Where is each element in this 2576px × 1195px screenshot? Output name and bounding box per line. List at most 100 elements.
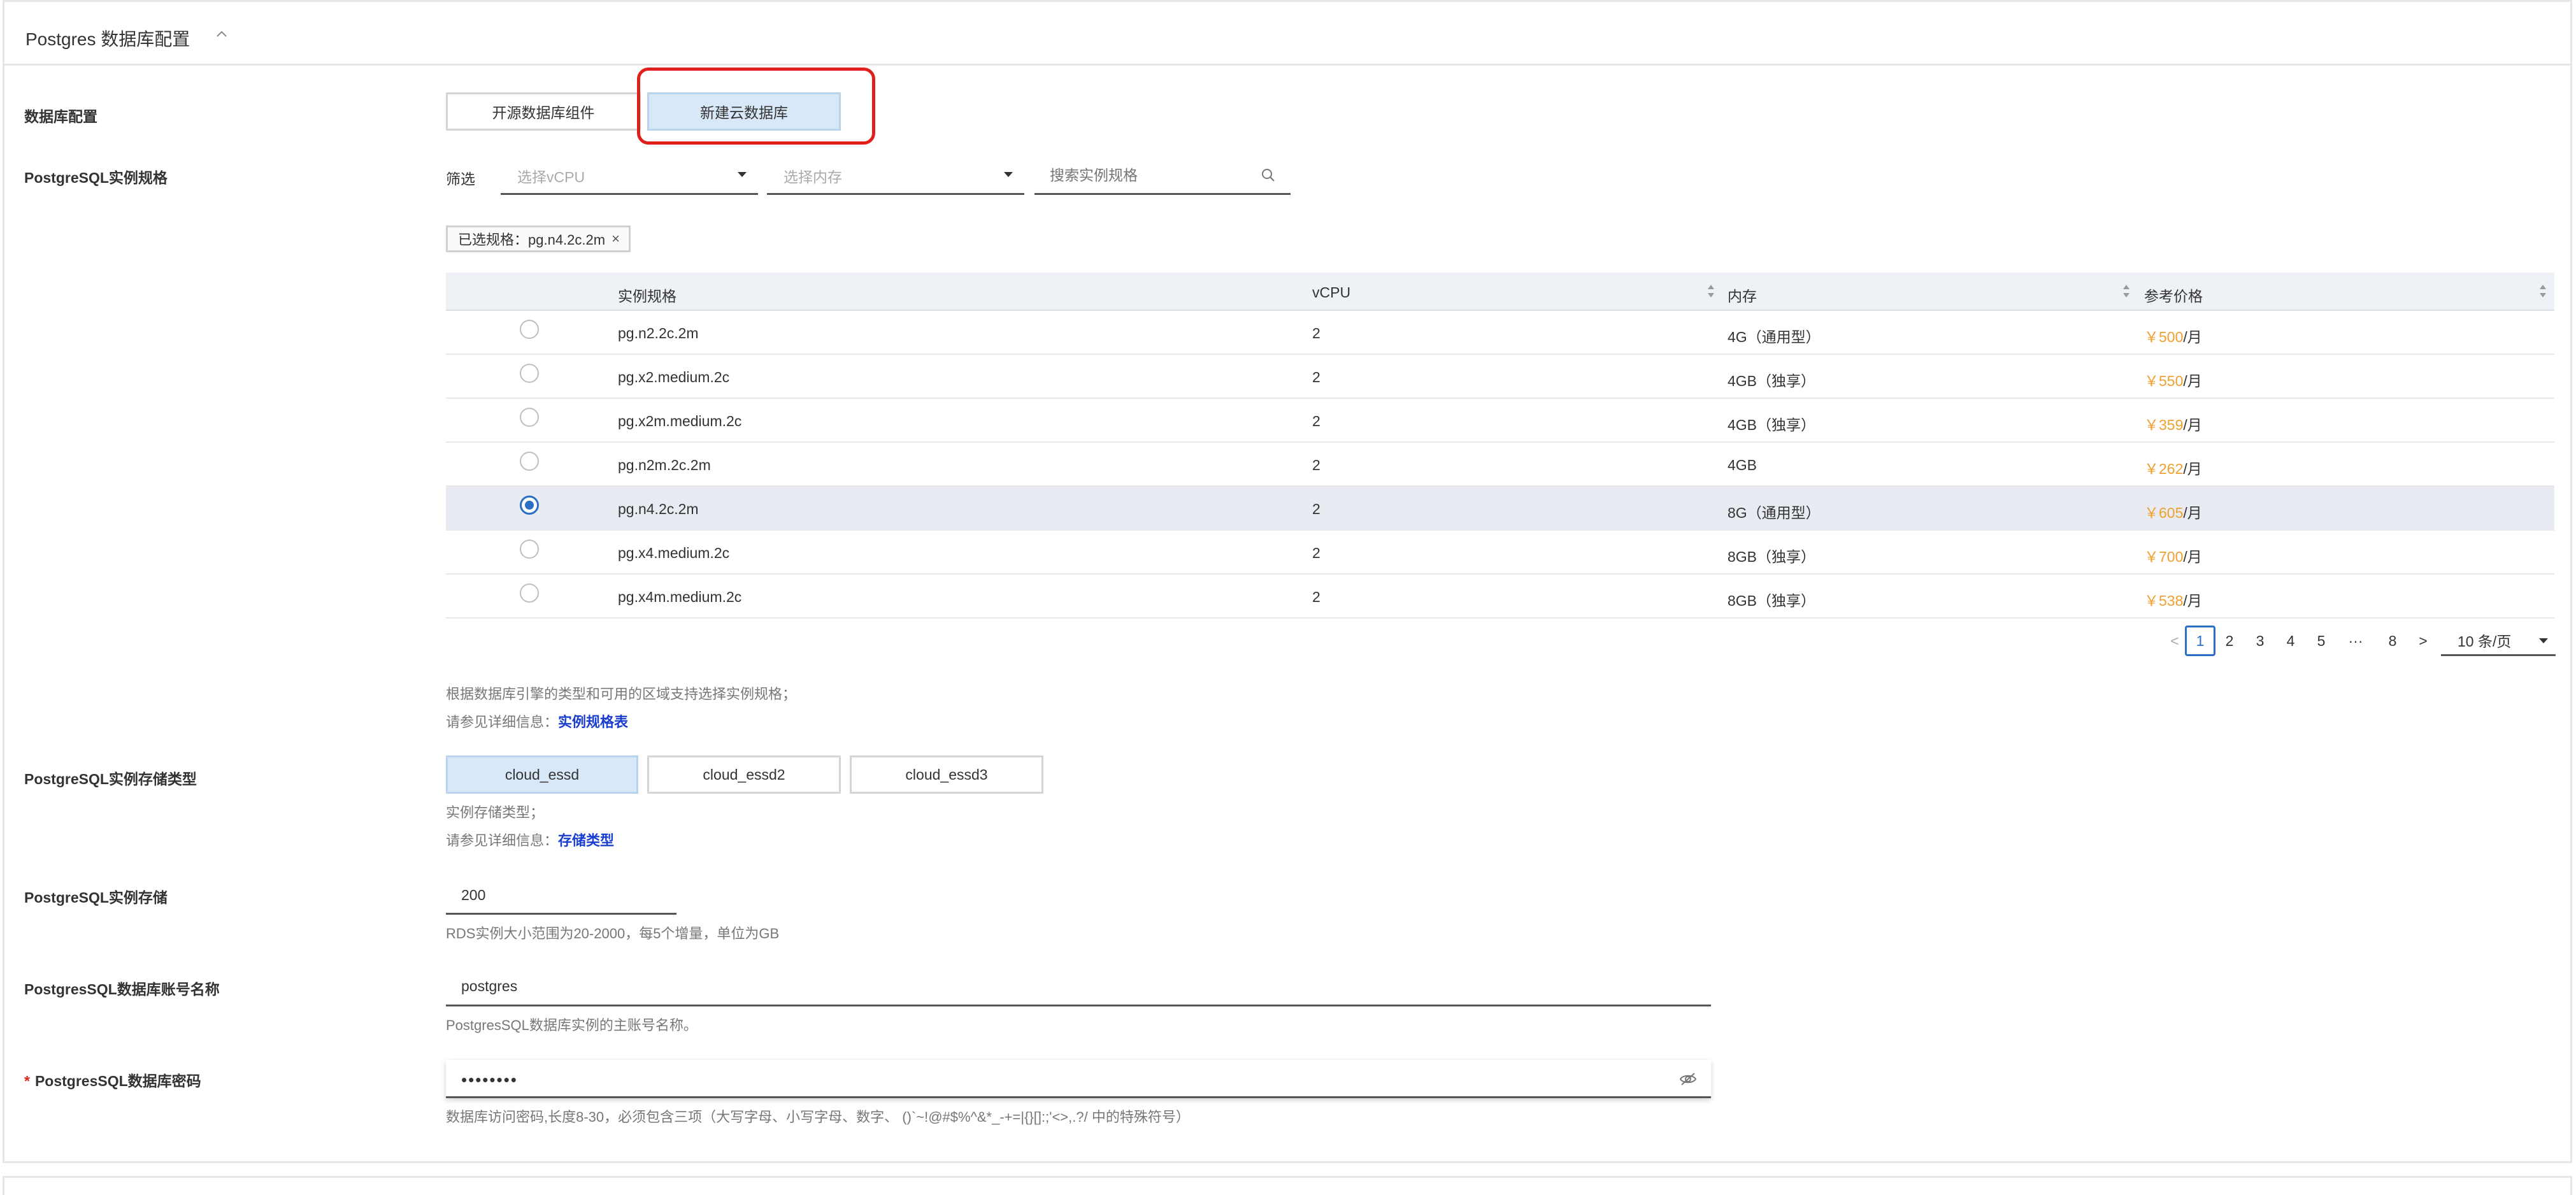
table-row[interactable]: pg.x2m.medium.2c 2 4GB（独享） ￥359/月: [446, 399, 2554, 443]
memory-select[interactable]: 选择内存: [767, 158, 1024, 195]
vcpu-select[interactable]: 选择vCPU: [501, 158, 758, 195]
cell-memory: 4GB: [1728, 457, 1757, 473]
storage-option-cloud-essd3[interactable]: cloud_essd3: [850, 755, 1043, 794]
price-value: ￥359: [2144, 417, 2184, 433]
storage-size-input[interactable]: [446, 878, 676, 915]
table-row[interactable]: pg.x4m.medium.2c 2 8GB（独享） ￥538/月: [446, 575, 2554, 619]
page-3[interactable]: 3: [2246, 626, 2274, 656]
cell-spec: pg.n2m.2c.2m: [618, 457, 711, 473]
storage-type-link[interactable]: 存储类型: [558, 833, 614, 848]
filter-label: 筛选: [446, 171, 475, 187]
price-unit: /月: [2183, 417, 2202, 433]
cell-price: ￥700/月: [2144, 545, 2202, 566]
page-size-value: 10 条/页: [2458, 633, 2512, 650]
storage-type-help-text: 实例存储类型；: [446, 805, 545, 820]
cell-price: ￥500/月: [2144, 325, 2202, 347]
row-radio[interactable]: [520, 583, 539, 603]
price-value: ￥538: [2144, 592, 2184, 609]
storage-help-text: RDS实例大小范围为20-2000，每5个增量，单位为GB: [446, 926, 780, 941]
search-icon[interactable]: [1261, 168, 1275, 182]
storage-option-cloud-essd2[interactable]: cloud_essd2: [647, 755, 841, 794]
account-name-input[interactable]: [446, 968, 1711, 1006]
section-title: Postgres 数据库配置: [25, 29, 190, 49]
cell-spec: pg.x4.medium.2c: [618, 545, 730, 561]
pagination-ellipsis[interactable]: ···: [2342, 626, 2370, 656]
next-panel-edge: [3, 1176, 2572, 1195]
next-page-icon[interactable]: >: [2409, 626, 2437, 656]
cell-spec: pg.x4m.medium.2c: [618, 589, 742, 605]
cell-memory: 4GB（独享）: [1728, 373, 1816, 389]
table-row[interactable]: pg.n4.2c.2m 2 8G（通用型） ￥605/月: [446, 487, 2554, 531]
price-value: ￥500: [2144, 329, 2184, 345]
spec-search-input[interactable]: [1034, 158, 1291, 195]
close-icon[interactable]: ×: [612, 231, 620, 247]
row-radio[interactable]: [520, 364, 539, 383]
caret-down-icon: [1004, 172, 1013, 177]
table-header: 实例规格 vCPU 内存 参考价格: [446, 273, 2554, 311]
cell-memory: 8GB（独享）: [1728, 548, 1816, 565]
storage-type-help-link-line: 请参见详细信息：存储类型: [446, 829, 614, 850]
price-value: ￥605: [2144, 504, 2184, 521]
required-mark: *: [24, 1073, 30, 1089]
column-header-spec: 实例规格: [618, 288, 676, 304]
sort-icon[interactable]: [2539, 283, 2547, 299]
spec-table-link[interactable]: 实例规格表: [558, 714, 628, 730]
highlight-annotation: [637, 68, 875, 145]
sort-icon[interactable]: [2122, 283, 2130, 299]
row-radio[interactable]: [520, 320, 539, 339]
page: Postgres 数据库配置 数据库配置 开源数据库组件 新建云数据库 Post…: [0, 0, 2576, 1195]
selected-spec-tag-text: 已选规格：pg.n4.2c.2m: [458, 232, 606, 248]
account-help-text: PostgresSQL数据库实例的主账号名称。: [446, 1017, 698, 1033]
page-1[interactable]: 1: [2185, 626, 2215, 656]
option-opensource-db[interactable]: 开源数据库组件: [446, 92, 641, 131]
instance-spec-label: PostgreSQL实例规格: [24, 169, 168, 186]
price-value: ￥550: [2144, 373, 2184, 389]
eye-off-icon[interactable]: [1679, 1071, 1697, 1087]
cell-vcpu: 2: [1312, 589, 1320, 605]
cell-vcpu: 2: [1312, 457, 1320, 473]
cell-spec: pg.x2m.medium.2c: [618, 413, 742, 429]
cell-vcpu: 2: [1312, 369, 1320, 385]
password-label-wrap: * PostgresSQL数据库密码: [24, 1069, 201, 1091]
price-value: ￥262: [2144, 461, 2184, 477]
column-header-vcpu: vCPU: [1312, 284, 1351, 301]
page-5[interactable]: 5: [2307, 626, 2335, 656]
storage-label: PostgreSQL实例存储: [24, 889, 168, 906]
cell-price: ￥605/月: [2144, 501, 2202, 522]
page-size-select[interactable]: 10 条/页: [2441, 626, 2556, 656]
cell-price: ￥359/月: [2144, 413, 2202, 434]
caret-down-icon: [2539, 638, 2548, 643]
row-radio[interactable]: [520, 408, 539, 427]
sort-icon[interactable]: [1707, 283, 1715, 299]
row-radio[interactable]: [520, 496, 539, 515]
price-unit: /月: [2183, 329, 2202, 345]
storage-option-cloud-essd[interactable]: cloud_essd: [446, 755, 638, 794]
price-unit: /月: [2183, 504, 2202, 521]
table-row[interactable]: pg.x4.medium.2c 2 8GB（独享） ￥700/月: [446, 531, 2554, 575]
row-radio[interactable]: [520, 540, 539, 559]
selected-spec-tag: 已选规格：pg.n4.2c.2m ×: [446, 225, 631, 252]
cell-spec: pg.n2.2c.2m: [618, 325, 699, 341]
price-unit: /月: [2183, 373, 2202, 389]
password-masked-value: ••••••••: [461, 1070, 518, 1089]
row-radio[interactable]: [520, 452, 539, 471]
column-header-memory: 内存: [1728, 288, 1757, 304]
page-4[interactable]: 4: [2277, 626, 2305, 656]
vcpu-select-placeholder: 选择vCPU: [517, 168, 585, 185]
page-2[interactable]: 2: [2215, 626, 2243, 656]
table-row[interactable]: pg.n2m.2c.2m 2 4GB ￥262/月: [446, 443, 2554, 487]
cell-memory: 4GB（独享）: [1728, 417, 1816, 433]
page-8[interactable]: 8: [2379, 626, 2407, 656]
chevron-up-icon[interactable]: [215, 29, 228, 38]
password-field[interactable]: ••••••••: [446, 1060, 1711, 1098]
spec-help-text: 根据数据库引擎的类型和可用的区域支持选择实例规格；: [446, 686, 797, 702]
cell-memory: 8GB（独享）: [1728, 592, 1816, 609]
password-label: PostgresSQL数据库密码: [34, 1073, 201, 1089]
section-header[interactable]: Postgres 数据库配置: [3, 0, 2572, 66]
cell-vcpu: 2: [1312, 501, 1320, 517]
caret-down-icon: [738, 172, 747, 177]
account-label: PostgresSQL数据库账号名称: [24, 981, 220, 998]
table-row[interactable]: pg.n2.2c.2m 2 4G（通用型） ￥500/月: [446, 311, 2554, 355]
table-row[interactable]: pg.x2.medium.2c 2 4GB（独享） ￥550/月: [446, 355, 2554, 399]
price-value: ￥700: [2144, 548, 2184, 565]
